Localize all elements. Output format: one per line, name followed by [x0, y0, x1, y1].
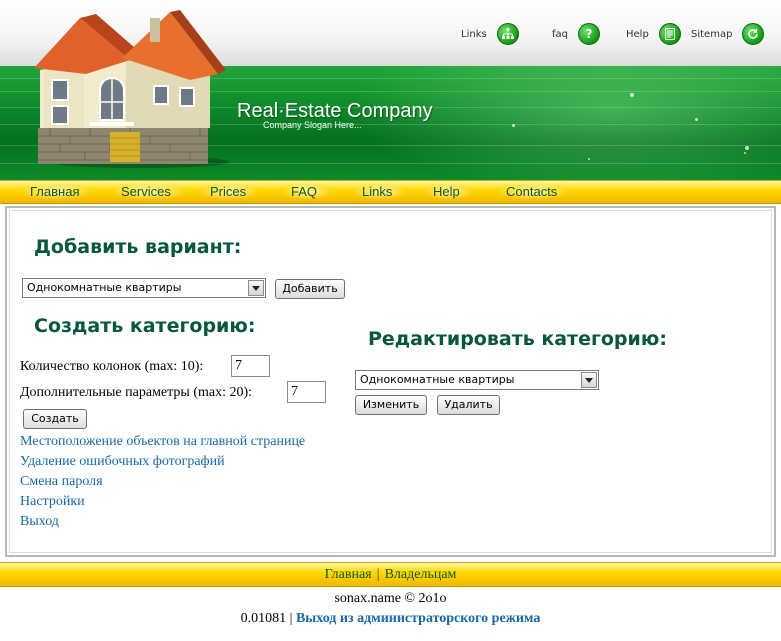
- copyright-text: sonax.name © 2o1o: [334, 591, 447, 606]
- footer-link-owners[interactable]: Владельцам: [385, 567, 457, 582]
- nav-item-contacts[interactable]: Contacts: [504, 183, 559, 201]
- columns-count-label: Количество колонок (max: 10):: [20, 359, 204, 374]
- create-category-heading: Создать категорию:: [34, 315, 256, 337]
- add-variant-select[interactable]: Однокомнатные квартиры: [22, 278, 266, 298]
- edit-category-select[interactable]: Однокомнатные квартиры: [355, 370, 599, 390]
- columns-count-input[interactable]: 7: [231, 355, 270, 377]
- nav-item-links[interactable]: Links: [360, 183, 394, 201]
- question-icon: ?: [578, 23, 600, 45]
- version-text: 0.01081: [240, 611, 287, 626]
- nav-item-services[interactable]: Services: [119, 183, 173, 201]
- refresh-icon: [742, 23, 765, 45]
- nav-item-prices[interactable]: Prices: [208, 183, 248, 201]
- extra-params-label: Дополнительные параметры (max: 20):: [20, 385, 253, 400]
- top-link-help[interactable]: Help: [626, 22, 681, 46]
- footer-status-line: 0.01081 | Выход из администраторского ре…: [240, 611, 541, 626]
- edit-category-button[interactable]: Изменить: [355, 395, 427, 415]
- add-variant-heading: Добавить вариант:: [34, 236, 242, 258]
- sitemap-tree-icon: [496, 23, 519, 45]
- top-link-links[interactable]: Links: [461, 22, 519, 46]
- nav-item-faq[interactable]: FAQ: [289, 183, 319, 201]
- admin-panel: Добавить вариант: Однокомнатные квартиры…: [5, 206, 776, 557]
- edit-category-heading: Редактировать категорию:: [368, 328, 667, 350]
- link-change-password[interactable]: Смена пароля: [20, 474, 103, 490]
- exit-admin-mode-link[interactable]: Выход из администраторского режима: [296, 611, 540, 626]
- add-variant-button[interactable]: Добавить: [275, 279, 345, 299]
- delete-category-button[interactable]: Удалить: [437, 395, 500, 415]
- create-category-button[interactable]: Создать: [23, 409, 87, 429]
- brand-slogan: Company Slogan Here...: [263, 120, 362, 130]
- extra-params-input[interactable]: 7: [287, 381, 326, 403]
- nav-item-help[interactable]: Help: [431, 183, 462, 201]
- link-logout[interactable]: Выход: [20, 514, 59, 530]
- nav-item-home[interactable]: Главная: [28, 183, 81, 201]
- chevron-down-icon: [581, 372, 597, 388]
- document-icon: [658, 23, 681, 45]
- link-objects-location[interactable]: Местоположение объектов на главной стран…: [20, 434, 305, 450]
- footer-separator: |: [376, 567, 380, 582]
- main-nav: Главная Services Prices FAQ Links Help C…: [0, 180, 781, 204]
- house-illustration: [34, 10, 230, 168]
- link-delete-photos[interactable]: Удаление ошибочных фотографий: [20, 454, 225, 470]
- footer-link-home[interactable]: Главная: [325, 567, 372, 582]
- footer-nav: Главная | Владельцам: [0, 562, 781, 587]
- chevron-down-icon: [248, 280, 264, 296]
- top-link-faq[interactable]: faq ?: [552, 22, 600, 46]
- top-link-sitemap[interactable]: Sitemap: [691, 22, 765, 46]
- link-settings[interactable]: Настройки: [20, 494, 85, 510]
